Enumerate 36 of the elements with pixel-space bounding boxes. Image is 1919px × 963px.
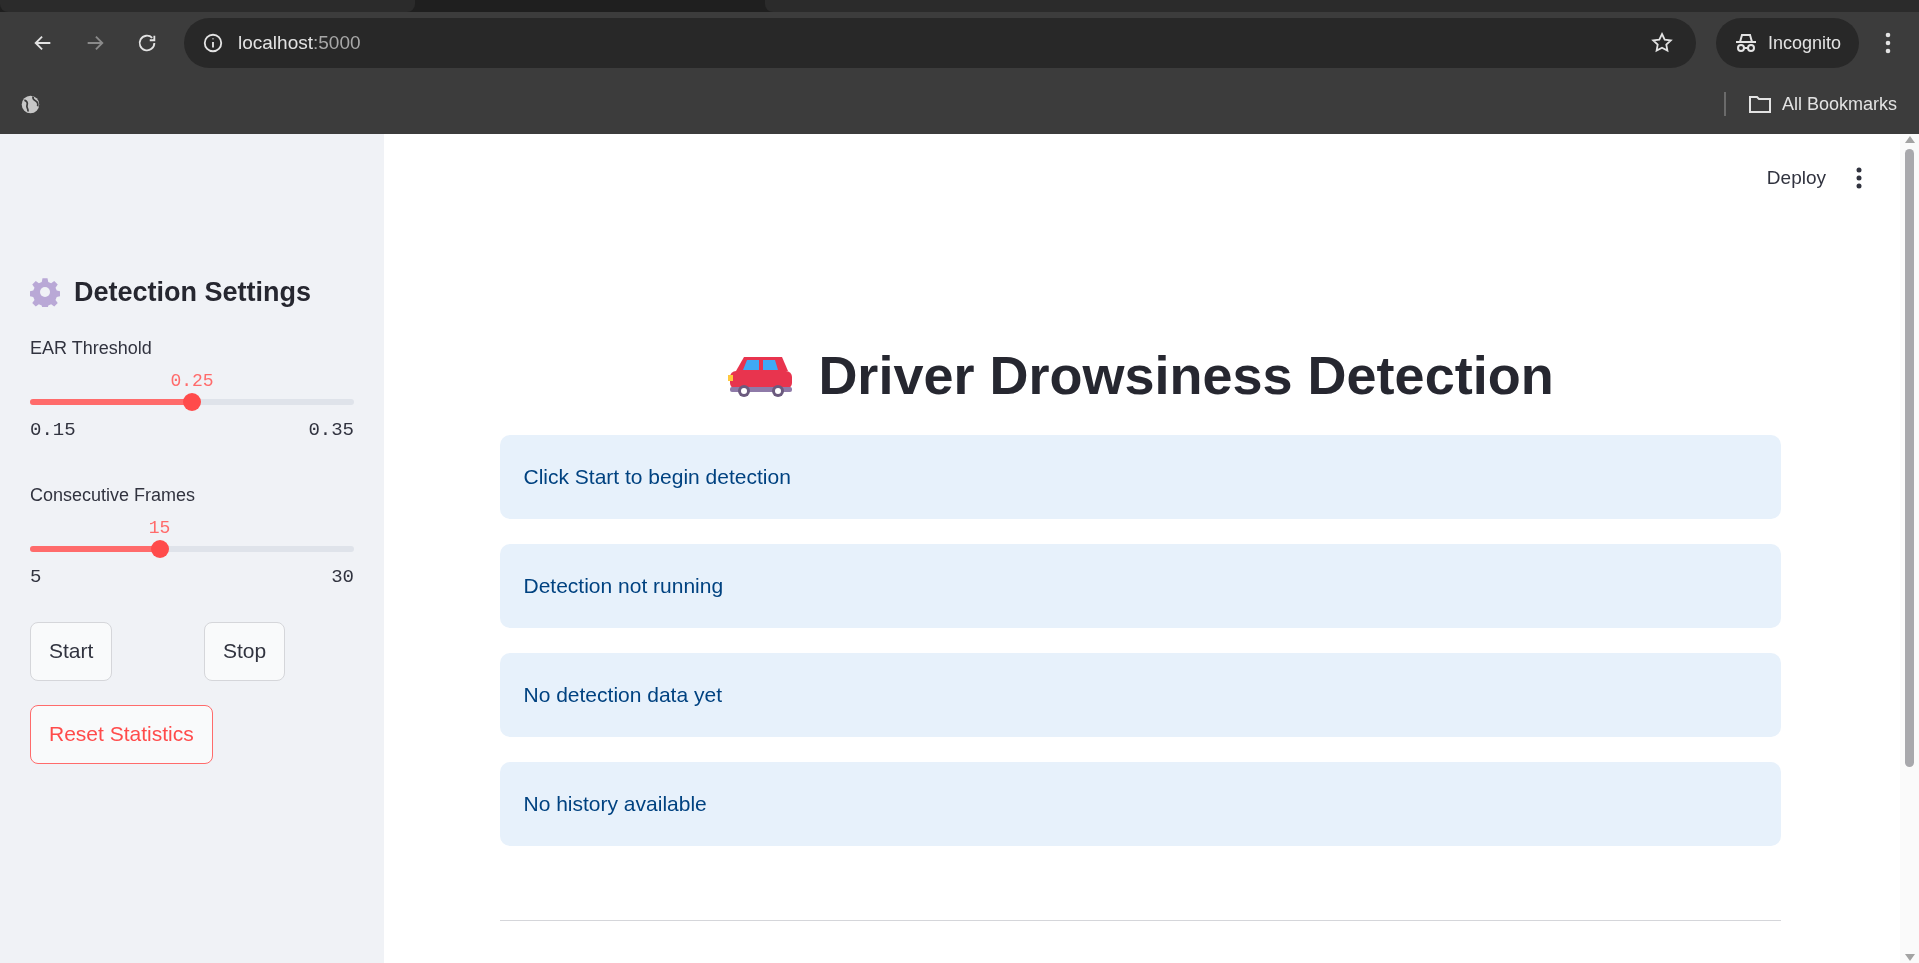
sidebar-title: Detection Settings bbox=[74, 276, 312, 309]
info-alert: Click Start to begin detection bbox=[499, 435, 1781, 519]
slider-thumb[interactable] bbox=[183, 392, 201, 411]
globe-icon[interactable] bbox=[20, 93, 41, 115]
slider-value: 0.25 bbox=[170, 369, 214, 393]
slider-track[interactable] bbox=[30, 546, 354, 552]
page-title: Driver Drowsiness Detection bbox=[818, 348, 1554, 402]
scroll-up-icon[interactable] bbox=[1904, 136, 1915, 143]
address-bar[interactable]: localhost:5000 bbox=[184, 18, 1696, 68]
info-alert: Detection not running bbox=[499, 544, 1781, 628]
slider-max: 0.35 bbox=[308, 417, 354, 443]
folder-icon bbox=[1747, 94, 1772, 114]
url-text: localhost:5000 bbox=[238, 30, 361, 55]
star-icon[interactable] bbox=[1650, 31, 1674, 55]
slider-min: 0.15 bbox=[30, 417, 76, 443]
action-button[interactable]: Start bbox=[30, 621, 113, 681]
incognito-icon bbox=[1734, 32, 1758, 54]
slider-track[interactable] bbox=[30, 398, 354, 405]
info-icon[interactable] bbox=[202, 32, 224, 54]
action-button[interactable]: Stop bbox=[204, 621, 286, 681]
slider-thumb[interactable] bbox=[150, 540, 169, 558]
deploy-button[interactable]: Deploy bbox=[1766, 163, 1826, 193]
gear-icon bbox=[30, 277, 60, 308]
more-icon[interactable] bbox=[1856, 167, 1862, 189]
info-alert: No history available bbox=[499, 762, 1781, 846]
bookmarks-button[interactable]: All Bookmarks bbox=[1747, 90, 1897, 118]
menu-icon[interactable] bbox=[1885, 32, 1892, 54]
slider-label: EAR Threshold bbox=[30, 336, 153, 360]
slider-value: 15 bbox=[148, 517, 171, 540]
slider-label: Consecutive Frames bbox=[30, 484, 197, 507]
reload-icon[interactable] bbox=[136, 32, 158, 54]
incognito-button[interactable]: Incognito bbox=[1716, 18, 1860, 68]
slider-min: 5 bbox=[30, 565, 42, 590]
slider-max: 30 bbox=[331, 565, 354, 590]
info-alert: No detection data yet bbox=[499, 653, 1781, 737]
scroll-down-icon[interactable] bbox=[1904, 954, 1915, 961]
